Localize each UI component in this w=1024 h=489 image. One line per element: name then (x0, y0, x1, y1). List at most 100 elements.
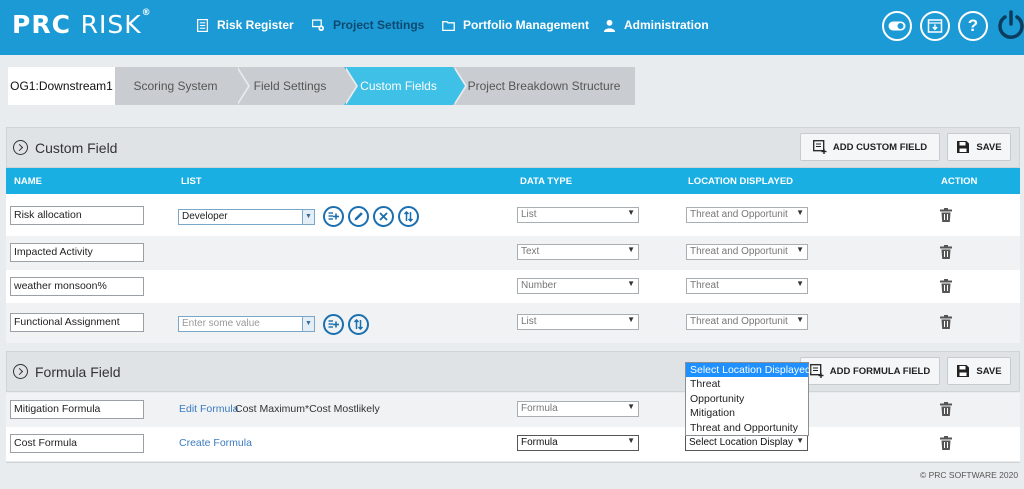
nav-administration[interactable]: Administration (603, 18, 709, 32)
footer-divider (6, 462, 1020, 463)
user-icon (603, 19, 616, 32)
settings-icon (312, 18, 325, 31)
field-name-input[interactable]: Mitigation Formula (10, 400, 144, 419)
create-formula-link[interactable]: Create Formula (179, 437, 252, 449)
location-select[interactable]: Threat and Opportunit ▼ (686, 314, 808, 330)
save-formula-field-button[interactable]: SAVE (947, 357, 1011, 385)
location-option[interactable]: Threat (686, 377, 808, 391)
col-action: ACTION (941, 176, 978, 187)
table-row: Functional Assignment Enter some value ▼ … (6, 303, 1020, 343)
custom-field-panel-header: Custom Field ADD CUSTOM FIELD SAVE (6, 127, 1020, 168)
register-icon (196, 18, 209, 32)
custom-field-title: Custom Field (35, 140, 118, 156)
floppy-icon (957, 365, 970, 377)
chevron-down-icon: ▼ (302, 317, 314, 331)
table-row: weather monsoon% Number ▼ Threat ▼ (6, 270, 1020, 303)
location-select[interactable]: Threat and Opportunit ▼ (686, 244, 808, 260)
data-type-select[interactable]: Text ▼ (517, 244, 639, 260)
col-list: LIST (181, 176, 202, 187)
breadcrumb-scoring-system[interactable]: Scoring System (115, 67, 250, 105)
chevron-down-icon: ▼ (627, 315, 635, 324)
folder-icon (442, 20, 455, 31)
field-name-input[interactable]: Functional Assignment (10, 313, 144, 332)
chevron-down-icon: ▼ (627, 245, 635, 254)
app-logo[interactable]: PRC RISK® (12, 8, 152, 39)
nav-risk-register[interactable]: Risk Register (196, 18, 294, 32)
add-custom-field-button[interactable]: ADD CUSTOM FIELD (800, 133, 940, 161)
toggle-icon[interactable] (882, 11, 912, 41)
chevron-down-icon: ▼ (796, 245, 804, 254)
floppy-icon (957, 141, 970, 153)
chevron-down-icon: ▼ (796, 436, 804, 445)
add-list-item-icon[interactable] (323, 314, 344, 335)
table-row: Impacted Activity Text ▼ Threat and Oppor… (6, 236, 1020, 270)
collapse-chevron-icon[interactable] (13, 364, 28, 379)
col-name: NAME (14, 176, 42, 187)
location-select[interactable]: Threat and Opportunit ▼ (686, 207, 808, 223)
col-location: LOCATION DISPLAYED (688, 176, 794, 187)
formula-field-panel-header: Formula Field ADD FORMULA FIELD SAVE (6, 351, 1020, 392)
add-formula-field-button[interactable]: ADD FORMULA FIELD (800, 357, 940, 385)
formula-field-title: Formula Field (35, 364, 121, 380)
top-bar: PRC RISK® Risk Register Project Settings… (0, 0, 1024, 55)
field-name-input[interactable]: Risk allocation (10, 206, 144, 225)
trash-icon[interactable] (940, 245, 952, 259)
breadcrumb: OG1:Downstream1 Scoring System Field Set… (8, 67, 635, 105)
chevron-down-icon: ▼ (796, 315, 804, 324)
location-select[interactable]: Threat ▼ (686, 278, 808, 294)
location-select[interactable]: Select Location Display ▼ (685, 435, 808, 451)
power-icon[interactable] (996, 9, 1024, 41)
field-name-input[interactable]: Cost Formula (10, 434, 144, 453)
formula-text: Cost Maximum*Cost Mostlikely (235, 403, 380, 415)
delete-list-item-icon[interactable] (373, 206, 394, 227)
chevron-down-icon: ▼ (627, 279, 635, 288)
chevron-down-icon: ▼ (627, 436, 635, 445)
table-row: Risk allocation Developer ▼ List ▼ Threat … (6, 194, 1020, 236)
data-type-select[interactable]: List ▼ (517, 207, 639, 223)
add-list-icon (809, 364, 824, 378)
chevron-down-icon: ▼ (627, 208, 635, 217)
table-row: Cost Formula Create Formula Formula ▼ Sel… (6, 427, 1020, 461)
list-select[interactable]: Enter some value ▼ (178, 316, 315, 332)
trash-icon[interactable] (940, 279, 952, 293)
custom-field-table-header: NAME LIST DATA TYPE LOCATION DISPLAYED A… (6, 168, 1020, 194)
nav-portfolio-management[interactable]: Portfolio Management (442, 18, 589, 32)
chevron-down-icon: ▼ (302, 210, 314, 224)
col-data-type: DATA TYPE (520, 176, 573, 187)
help-icon[interactable]: ? (958, 11, 988, 41)
trash-icon[interactable] (940, 402, 952, 416)
data-type-select[interactable]: Formula ▼ (517, 401, 639, 417)
field-name-input[interactable]: weather monsoon% (10, 277, 144, 296)
data-type-select[interactable]: List ▼ (517, 314, 639, 330)
chevron-down-icon: ▼ (796, 279, 804, 288)
nav-project-settings[interactable]: Project Settings (312, 18, 424, 32)
sort-icon[interactable] (348, 314, 369, 335)
location-option[interactable]: Threat and Opportunity (686, 421, 808, 435)
breadcrumb-field-settings[interactable]: Field Settings (236, 67, 358, 105)
breadcrumb-custom-fields[interactable]: Custom Fields (344, 67, 467, 105)
breadcrumb-project-breakdown-structure[interactable]: Project Breakdown Structure (453, 67, 635, 105)
trash-icon[interactable] (940, 315, 952, 329)
location-option[interactable]: Opportunity (686, 392, 808, 406)
location-option[interactable]: Select Location Displayed (686, 363, 811, 378)
location-dropdown-list: Select Location Displayed Threat Opportu… (685, 362, 811, 436)
table-row: Mitigation Formula Edit Formula Cost Max… (6, 393, 1020, 427)
field-name-input[interactable]: Impacted Activity (10, 243, 144, 262)
chevron-down-icon: ▼ (627, 402, 635, 411)
save-custom-field-button[interactable]: SAVE (947, 133, 1011, 161)
trash-icon[interactable] (940, 436, 952, 450)
trash-icon[interactable] (940, 208, 952, 222)
edit-formula-link[interactable]: Edit Formula (179, 403, 239, 415)
chevron-down-icon: ▼ (796, 208, 804, 217)
edit-pencil-icon[interactable] (348, 206, 369, 227)
data-type-select[interactable]: Number ▼ (517, 278, 639, 294)
download-icon[interactable] (920, 11, 950, 41)
location-option[interactable]: Mitigation (686, 406, 808, 420)
data-type-select[interactable]: Formula ▼ (517, 435, 639, 451)
collapse-chevron-icon[interactable] (13, 140, 28, 155)
add-list-item-icon[interactable] (323, 206, 344, 227)
list-select[interactable]: Developer ▼ (178, 209, 315, 225)
add-list-icon (812, 140, 827, 154)
breadcrumb-project[interactable]: OG1:Downstream1 (8, 67, 115, 105)
sort-icon[interactable] (398, 206, 419, 227)
